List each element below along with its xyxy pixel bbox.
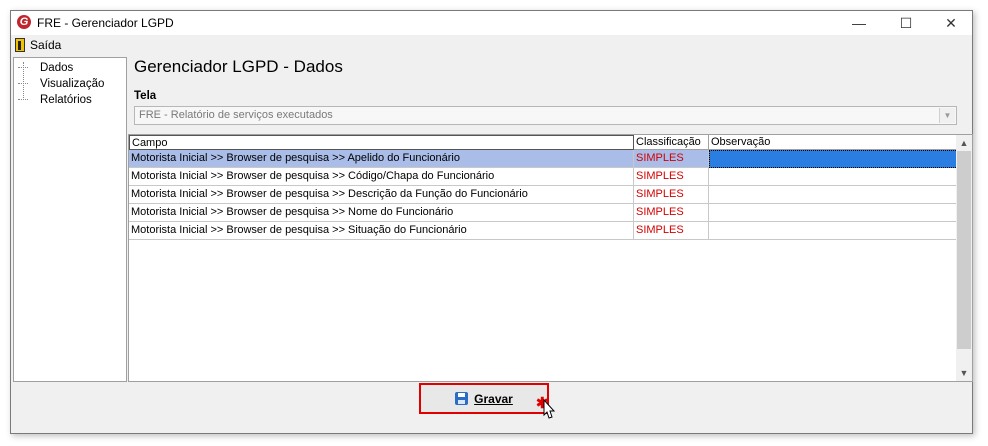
cell-campo[interactable]: Motorista Inicial >> Browser de pesquisa…: [129, 168, 634, 186]
tela-select-value: FRE - Relatório de serviços executados: [139, 109, 333, 121]
minimize-button[interactable]: —: [836, 11, 882, 35]
tree-item-label: Dados: [40, 61, 74, 74]
cell-observacao[interactable]: [709, 168, 958, 186]
close-button[interactable]: ✕: [928, 11, 974, 35]
cell-observacao[interactable]: [709, 204, 958, 222]
cell-classificacao[interactable]: SIMPLES: [634, 186, 709, 204]
column-header-campo[interactable]: Campo: [129, 135, 634, 150]
save-button[interactable]: Gravar: [419, 383, 549, 414]
tree-item-visualizacao[interactable]: Visualização: [18, 76, 104, 91]
menu-bar: Saída: [11, 35, 972, 54]
scroll-up-icon[interactable]: ▲: [956, 135, 972, 151]
table-row[interactable]: Motorista Inicial >> Browser de pesquisa…: [129, 222, 958, 240]
menu-exit-label: Saída: [30, 38, 62, 52]
cell-observacao[interactable]: [709, 222, 958, 240]
cell-campo[interactable]: Motorista Inicial >> Browser de pesquisa…: [129, 150, 634, 168]
page-title: Gerenciador LGPD - Dados: [134, 57, 343, 76]
floppy-disk-icon: [455, 392, 469, 405]
scroll-down-icon[interactable]: ▼: [956, 365, 972, 381]
tree-item-dados[interactable]: Dados: [18, 60, 73, 75]
chevron-down-icon[interactable]: ▼: [939, 108, 955, 123]
cell-classificacao[interactable]: SIMPLES: [634, 150, 709, 168]
cell-campo[interactable]: Motorista Inicial >> Browser de pesquisa…: [129, 204, 634, 222]
app-window: G FRE - Gerenciador LGPD — ☐ ✕ Saída Dad…: [10, 10, 973, 434]
navigation-tree: Dados Visualização Relatórios: [13, 57, 127, 382]
tela-label: Tela: [134, 90, 157, 102]
save-button-label: Gravar: [474, 391, 513, 406]
cell-observacao[interactable]: [709, 150, 958, 168]
scroll-thumb[interactable]: [957, 151, 971, 349]
maximize-button[interactable]: ☐: [883, 11, 929, 35]
grid-header: Campo Classificação Observação: [129, 135, 958, 150]
column-header-observacao[interactable]: Observação: [709, 135, 958, 150]
cell-campo[interactable]: Motorista Inicial >> Browser de pesquisa…: [129, 186, 634, 204]
tree-item-relatorios[interactable]: Relatórios: [18, 92, 92, 107]
column-header-classificacao[interactable]: Classificação: [634, 135, 709, 150]
table-row[interactable]: Motorista Inicial >> Browser de pesquisa…: [129, 168, 958, 186]
cell-campo[interactable]: Motorista Inicial >> Browser de pesquisa…: [129, 222, 634, 240]
tree-item-label: Relatórios: [40, 93, 92, 106]
cell-observacao[interactable]: [709, 186, 958, 204]
mouse-cursor-icon: [543, 399, 556, 419]
tela-select[interactable]: FRE - Relatório de serviços executados ▼: [134, 106, 957, 125]
tree-item-label: Visualização: [40, 77, 105, 90]
title-bar: G FRE - Gerenciador LGPD — ☐ ✕: [11, 11, 972, 35]
cell-classificacao[interactable]: SIMPLES: [634, 204, 709, 222]
table-row[interactable]: Motorista Inicial >> Browser de pesquisa…: [129, 204, 958, 222]
cell-classificacao[interactable]: SIMPLES: [634, 168, 709, 186]
window-title: FRE - Gerenciador LGPD: [37, 16, 174, 30]
cell-classificacao[interactable]: SIMPLES: [634, 222, 709, 240]
table-row[interactable]: Motorista Inicial >> Browser de pesquisa…: [129, 186, 958, 204]
exit-door-icon: [15, 38, 25, 52]
table-row[interactable]: Motorista Inicial >> Browser de pesquisa…: [129, 150, 958, 168]
app-logo-icon: G: [17, 15, 31, 29]
vertical-scrollbar[interactable]: ▲ ▼: [956, 135, 972, 381]
data-grid: Campo Classificação Observação Motorista…: [128, 134, 973, 382]
menu-exit[interactable]: Saída: [15, 37, 61, 53]
